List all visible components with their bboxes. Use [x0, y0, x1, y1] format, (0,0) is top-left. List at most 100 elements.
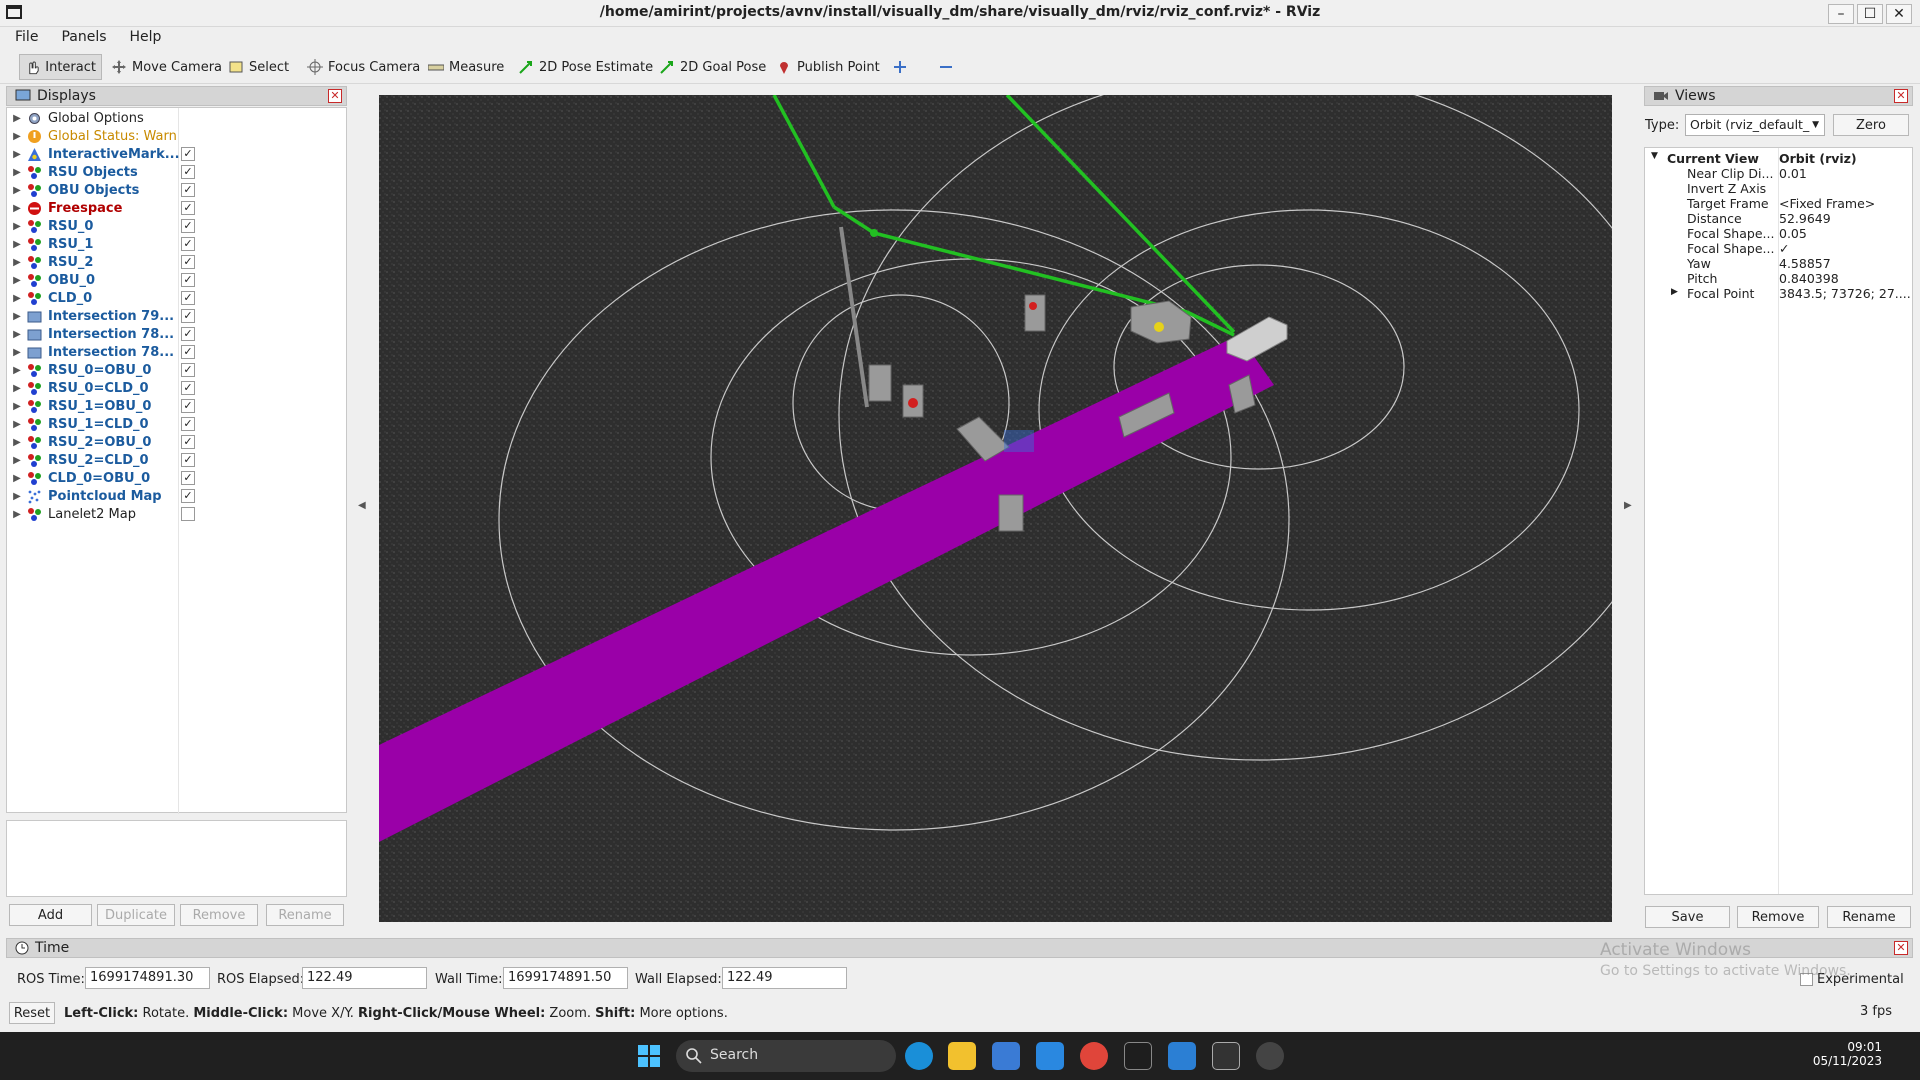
edge-browser-icon[interactable] — [905, 1042, 933, 1070]
view-property-value[interactable]: 0.840398 — [1775, 271, 1839, 286]
view-property-row[interactable]: Near Clip Di... 0.01 — [1645, 166, 1912, 181]
store-icon[interactable] — [992, 1042, 1020, 1070]
display-enable-checkbox[interactable]: ✓ — [181, 273, 195, 287]
display-enable-checkbox[interactable]: ✓ — [181, 453, 195, 467]
rename-view-button[interactable]: Rename — [1827, 906, 1911, 928]
interact-tool-button[interactable]: Interact — [19, 54, 102, 80]
wall-elapsed-field[interactable]: 122.49 — [722, 967, 847, 989]
display-item[interactable]: ▶ CLD_0 ✓ — [7, 289, 346, 307]
file-explorer-icon[interactable] — [948, 1042, 976, 1070]
expand-arrow-icon[interactable]: ▶ — [7, 131, 27, 142]
display-enable-checkbox[interactable]: ✓ — [181, 309, 195, 323]
display-item[interactable]: ▶ InteractiveMark... ✓ — [7, 145, 346, 163]
taskbar-clock[interactable]: 09:01 05/11/2023 — [1812, 1040, 1882, 1068]
close-panel-button[interactable]: ✕ — [1894, 941, 1908, 955]
display-enable-checkbox[interactable]: ✓ — [181, 219, 195, 233]
display-item[interactable]: ▶ OBU Objects ✓ — [7, 181, 346, 199]
display-enable-checkbox[interactable]: ✓ — [181, 255, 195, 269]
display-item[interactable]: ▶ CLD_0=OBU_0 ✓ — [7, 469, 346, 487]
view-type-select[interactable]: Orbit (rviz_default_ ▼ — [1685, 114, 1825, 136]
expand-arrow-icon[interactable]: ▶ — [7, 419, 27, 430]
display-enable-checkbox[interactable]: ✓ — [181, 399, 195, 413]
display-enable-checkbox[interactable]: ✓ — [181, 417, 195, 431]
display-enable-checkbox[interactable]: ✓ — [181, 165, 195, 179]
display-enable-checkbox[interactable]: ✓ — [181, 291, 195, 305]
menu-help[interactable]: Help — [122, 27, 170, 48]
remove-display-button[interactable]: Remove — [180, 904, 258, 926]
display-item[interactable]: ▶ RSU_2=OBU_0 ✓ — [7, 433, 346, 451]
collapse-right-arrow[interactable]: ▶ — [1624, 500, 1632, 511]
display-enable-checkbox[interactable]: ✓ — [181, 381, 195, 395]
vscode-icon[interactable] — [1168, 1042, 1196, 1070]
measure-tool-button[interactable]: Measure — [423, 54, 509, 80]
terminal-icon[interactable] — [1124, 1042, 1152, 1070]
expand-arrow-icon[interactable]: ▶ — [7, 185, 27, 196]
rename-display-button[interactable]: Rename — [266, 904, 344, 926]
display-enable-checkbox[interactable]: ✓ — [181, 435, 195, 449]
reset-button[interactable]: Reset — [9, 1002, 55, 1024]
expand-arrow-icon[interactable]: ▶ — [7, 113, 27, 124]
display-item[interactable]: ▶ RSU_1 ✓ — [7, 235, 346, 253]
current-view-row[interactable]: ▼ Current View Orbit (rviz) — [1645, 151, 1912, 166]
publish-point-tool-button[interactable]: Publish Point — [771, 54, 885, 80]
view-property-value[interactable]: 0.01 — [1775, 166, 1807, 181]
remove-view-button[interactable]: Remove — [1737, 906, 1819, 928]
expand-arrow-icon[interactable]: ▶ — [7, 239, 27, 250]
view-property-value[interactable]: 0.05 — [1775, 226, 1807, 241]
expand-arrow-icon[interactable]: ▶ — [7, 203, 27, 214]
expand-arrow-icon[interactable]: ▶ — [7, 509, 27, 520]
display-enable-checkbox[interactable]: ✓ — [181, 147, 195, 161]
view-property-row[interactable]: Target Frame <Fixed Frame> — [1645, 196, 1912, 211]
render-viewport[interactable] — [379, 95, 1612, 922]
collapse-left-arrow[interactable]: ◀ — [358, 500, 366, 511]
display-item[interactable]: ▶ Pointcloud Map ✓ — [7, 487, 346, 505]
display-item[interactable]: ▶ Intersection 79... ✓ — [7, 307, 346, 325]
wall-time-field[interactable]: 1699174891.50 — [503, 967, 628, 989]
move-camera-tool-button[interactable]: Move Camera — [106, 54, 227, 80]
expand-arrow-icon[interactable]: ▶ — [7, 221, 27, 232]
view-property-row[interactable]: Distance 52.9649 — [1645, 211, 1912, 226]
expand-arrow-icon[interactable]: ▶ — [7, 275, 27, 286]
scene-canvas[interactable] — [379, 95, 1612, 922]
display-item[interactable]: ▶ RSU_1=OBU_0 ✓ — [7, 397, 346, 415]
view-property-row[interactable]: Invert Z Axis — [1645, 181, 1912, 196]
display-item[interactable]: ▶ RSU_1=CLD_0 ✓ — [7, 415, 346, 433]
maximize-button[interactable]: ☐ — [1857, 4, 1883, 24]
display-enable-checkbox[interactable]: ✓ — [181, 327, 195, 341]
menu-file[interactable]: File — [7, 27, 46, 48]
display-enable-checkbox[interactable]: ✓ — [181, 345, 195, 359]
expand-arrow-icon[interactable]: ▶ — [7, 311, 27, 322]
display-item[interactable]: ▶ Intersection 78... ✓ — [7, 343, 346, 361]
windows-start-icon[interactable] — [638, 1045, 660, 1067]
view-property-row[interactable]: Yaw 4.58857 — [1645, 256, 1912, 271]
expand-arrow-icon[interactable]: ▶ — [7, 329, 27, 340]
expand-arrow-icon[interactable]: ▶ — [7, 455, 27, 466]
display-item[interactable]: ▶ Freespace ✓ — [7, 199, 346, 217]
display-item[interactable]: ▶ RSU_0=CLD_0 ✓ — [7, 379, 346, 397]
expand-arrow-icon[interactable]: ▶ — [7, 437, 27, 448]
view-property-value[interactable] — [1775, 181, 1779, 196]
display-item[interactable]: ▶ RSU_0=OBU_0 ✓ — [7, 361, 346, 379]
expand-arrow-icon[interactable]: ▶ — [1671, 287, 1678, 297]
menu-panels[interactable]: Panels — [53, 27, 114, 48]
display-item[interactable]: ▶ RSU_2 ✓ — [7, 253, 346, 271]
display-enable-checkbox[interactable]: ✓ — [181, 363, 195, 377]
view-property-value[interactable]: 3843.5; 73726; 27.... — [1775, 286, 1911, 301]
focus-camera-tool-button[interactable]: Focus Camera — [302, 54, 425, 80]
expand-arrow-icon[interactable]: ▶ — [7, 257, 27, 268]
display-enable-checkbox[interactable]: ✓ — [181, 237, 195, 251]
expand-arrow-icon[interactable]: ▶ — [7, 149, 27, 160]
expand-arrow-icon[interactable]: ▶ — [7, 347, 27, 358]
display-item[interactable]: ▶ Global Status: Warn — [7, 127, 346, 145]
display-item[interactable]: ▶ Lanelet2 Map — [7, 505, 346, 523]
close-panel-button[interactable]: ✕ — [1894, 89, 1908, 103]
select-tool-button[interactable]: Select — [223, 54, 294, 80]
view-property-value[interactable]: <Fixed Frame> — [1775, 196, 1875, 211]
remove-tool-button[interactable] — [933, 54, 959, 80]
expand-arrow-icon[interactable]: ▶ — [7, 473, 27, 484]
pose-estimate-tool-button[interactable]: 2D Pose Estimate — [513, 54, 658, 80]
duplicate-display-button[interactable]: Duplicate — [97, 904, 175, 926]
view-property-row[interactable]: Pitch 0.840398 — [1645, 271, 1912, 286]
taskbar-search-box[interactable]: Search — [676, 1040, 896, 1072]
view-property-value[interactable]: ✓ — [1775, 241, 1789, 256]
